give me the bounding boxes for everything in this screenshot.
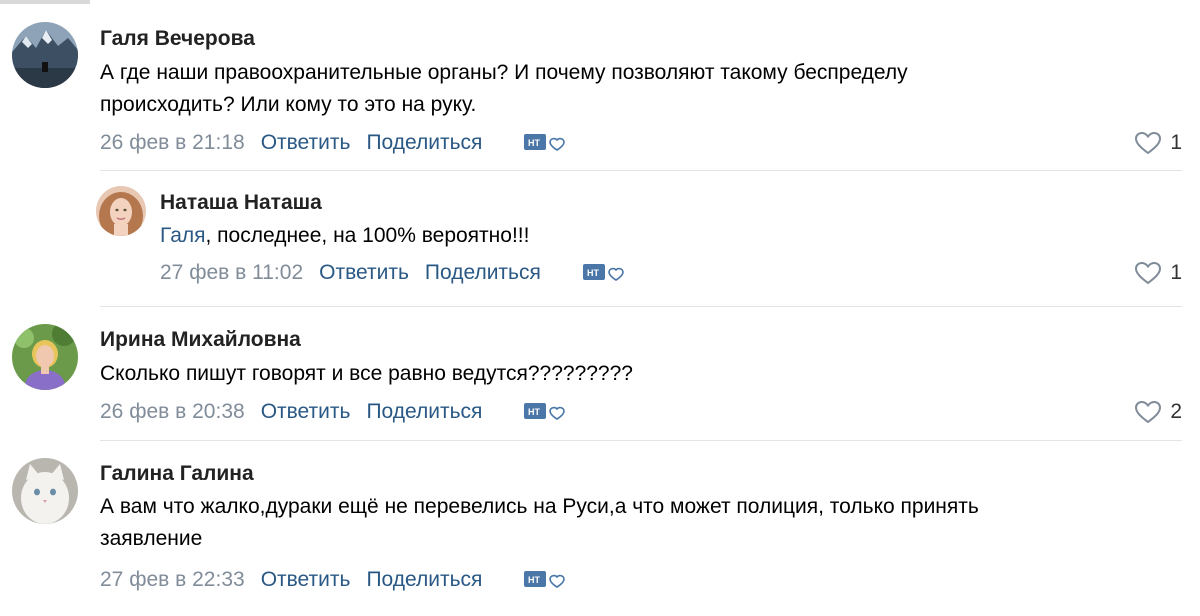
comment-meta: 27 фев в 22:33 Ответить Поделиться HT [100, 565, 566, 595]
avatar-cat-image [12, 458, 78, 524]
comment-date[interactable]: 27 фев в 22:33 [100, 568, 245, 592]
reaction-badge-icon[interactable]: HT [522, 568, 566, 592]
reply-button[interactable]: Ответить [261, 568, 351, 592]
share-button[interactable]: Поделиться [366, 568, 482, 592]
comment-text-line: А вам что жалко,дураки ещё не перевелись… [100, 495, 979, 518]
comment-text-line: заявление [100, 527, 203, 550]
comment-author[interactable]: Галина Галина [100, 462, 254, 486]
comments-feed: Галя Вечерова А где наши правоохранитель… [0, 0, 1200, 616]
comment-item: Галина Галина А вам что жалко,дураки ещё… [0, 0, 1200, 616]
comment-text: А вам что жалко,дураки ещё не перевелись… [100, 491, 979, 555]
svg-text:HT: HT [528, 575, 540, 585]
avatar[interactable] [12, 458, 78, 524]
